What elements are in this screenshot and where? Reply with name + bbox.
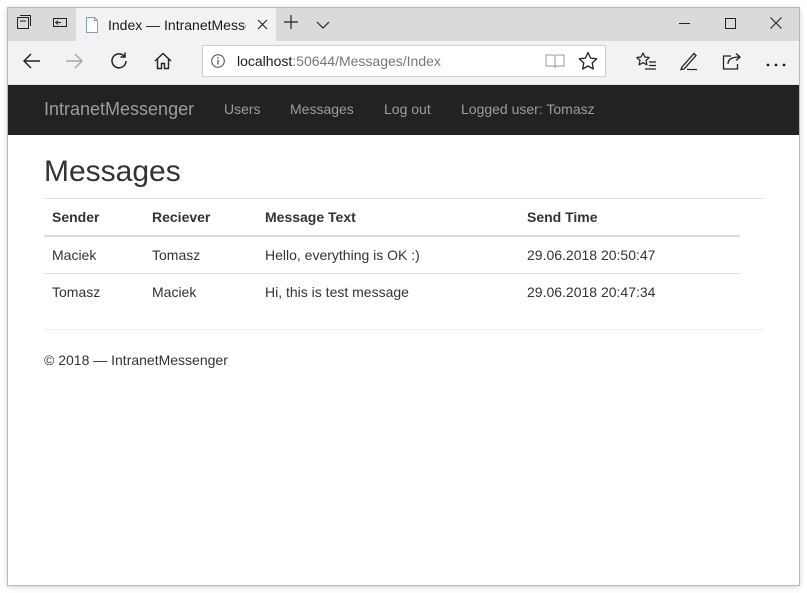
- cell-message-text: Hello, everything is OK :): [257, 236, 519, 274]
- active-tab[interactable]: Index — IntranetMessenger: [76, 8, 276, 41]
- tabs-aside-button[interactable]: [8, 8, 40, 41]
- column-header-receiver: Reciever: [144, 199, 257, 237]
- messages-table: Sender Reciever Message Text Send Time M…: [44, 199, 740, 310]
- url-text: localhost:50644/Messages/Index: [237, 53, 441, 69]
- tab-list-button[interactable]: [310, 8, 336, 41]
- plus-icon: [284, 15, 298, 34]
- column-header-sender: Sender: [44, 199, 144, 237]
- column-header-send-time: Send Time: [519, 199, 740, 237]
- minimize-icon: [678, 16, 690, 34]
- url-host: localhost: [237, 53, 293, 69]
- nav-link-messages[interactable]: Messages: [290, 101, 354, 117]
- site-navbar: IntranetMessenger Users Messages Log out…: [8, 85, 799, 135]
- nav-link-users[interactable]: Users: [224, 101, 261, 117]
- page-favicon-icon: [84, 16, 100, 33]
- close-icon: [770, 16, 782, 34]
- cell-sender: Maciek: [44, 236, 144, 274]
- footer-text: © 2018 — IntranetMessenger: [44, 352, 228, 368]
- favorites-list-icon: [635, 51, 657, 76]
- maximize-button[interactable]: [707, 8, 753, 41]
- cell-receiver: Maciek: [152, 283, 197, 300]
- back-arrow-icon: [22, 52, 41, 74]
- cell-message-text: Hi, this is test message: [265, 283, 409, 300]
- url-path: :50644/Messages/Index: [292, 53, 441, 69]
- book-icon[interactable]: [539, 46, 571, 76]
- web-notes-button[interactable]: [673, 47, 705, 79]
- new-tab-button[interactable]: [278, 8, 304, 41]
- footer-divider: [44, 329, 764, 330]
- tab-strip: Index — IntranetMessenger: [8, 8, 799, 41]
- ellipsis-icon: [766, 54, 786, 72]
- table-row: Maciek Tomasz Hello, everything is OK :)…: [44, 236, 740, 274]
- chevron-down-icon: [316, 16, 330, 34]
- page-title: Messages: [44, 155, 181, 188]
- back-button[interactable]: [16, 47, 48, 79]
- refresh-icon: [110, 52, 128, 75]
- minimize-button[interactable]: [661, 8, 707, 41]
- home-button[interactable]: [147, 47, 179, 79]
- tabs-aside-icon: [16, 14, 32, 35]
- home-icon: [154, 52, 172, 75]
- cell-receiver: Tomasz: [144, 236, 257, 274]
- cell-sender: Tomasz: [52, 283, 101, 300]
- table-header-row: Sender Reciever Message Text Send Time: [44, 199, 740, 237]
- tab-title: Index — IntranetMessenger: [108, 16, 246, 33]
- tab-preview-icon: [52, 14, 68, 35]
- nav-link-logout[interactable]: Log out: [384, 101, 431, 117]
- address-bar[interactable]: localhost:50644/Messages/Index: [202, 45, 606, 77]
- site-brand-link[interactable]: IntranetMessenger: [44, 99, 194, 120]
- logged-user-label: Logged user: Tomasz: [461, 101, 595, 117]
- column-header-message-text: Message Text: [257, 199, 519, 237]
- favorites-hub-button[interactable]: [630, 47, 662, 79]
- tab-preview-button[interactable]: [44, 8, 76, 41]
- table-row: Tomasz Maciek Hi, this is test message 2…: [44, 273, 740, 310]
- star-icon[interactable]: [572, 46, 604, 76]
- share-button[interactable]: [716, 47, 748, 79]
- refresh-button[interactable]: [103, 47, 135, 79]
- close-window-button[interactable]: [753, 8, 799, 41]
- forward-button[interactable]: [58, 47, 90, 79]
- browser-window: Index — IntranetMessenger: [8, 8, 799, 585]
- forward-arrow-icon: [65, 52, 84, 74]
- cell-send-time: 29.06.2018 20:50:47: [519, 236, 740, 274]
- info-icon[interactable]: [203, 46, 233, 76]
- maximize-icon: [724, 16, 736, 34]
- close-tab-icon[interactable]: [254, 16, 270, 32]
- pen-icon: [679, 51, 699, 76]
- more-button[interactable]: [760, 47, 792, 79]
- cell-send-time: 29.06.2018 20:47:34: [527, 283, 656, 300]
- share-icon: [722, 52, 742, 75]
- browser-toolbar: localhost:50644/Messages/Index: [8, 41, 799, 85]
